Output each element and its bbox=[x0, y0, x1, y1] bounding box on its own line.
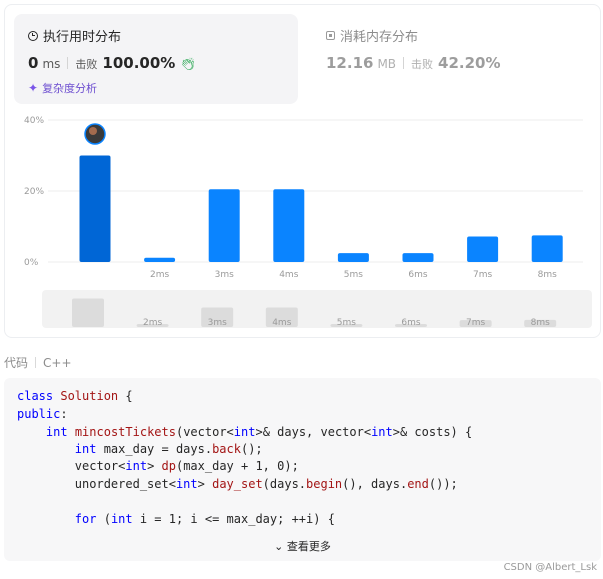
code-line: public: bbox=[17, 407, 68, 421]
minimap-bar bbox=[72, 298, 104, 327]
code-line: int max_day = days.back(); bbox=[74, 442, 263, 456]
x-tick-label: 7ms bbox=[473, 270, 492, 280]
minimap-label: 3ms bbox=[208, 318, 227, 328]
bar[interactable] bbox=[208, 189, 240, 262]
watermark: CSDN @Albert_Lsk bbox=[503, 562, 597, 573]
code-line: class Solution { bbox=[17, 389, 133, 403]
code-line: for (int i = 1; i <= max_day; ++i) { bbox=[74, 512, 335, 526]
minimap[interactable] bbox=[42, 290, 592, 328]
bar[interactable] bbox=[273, 189, 305, 262]
view-more-button[interactable]: ⌄ 查看更多 bbox=[4, 538, 601, 554]
y-tick-label: 40% bbox=[24, 116, 44, 126]
minimap-label: 6ms bbox=[401, 318, 420, 328]
view-more-label: 查看更多 bbox=[286, 540, 331, 553]
x-tick-label: 4ms bbox=[279, 270, 298, 280]
x-tick-label: 5ms bbox=[344, 270, 363, 280]
minimap-label: 7ms bbox=[466, 318, 485, 328]
chevron-down-icon: ⌄ bbox=[274, 540, 284, 553]
bar[interactable] bbox=[337, 253, 369, 262]
minimap-label: 2ms bbox=[143, 318, 162, 328]
divider bbox=[35, 357, 37, 368]
bar[interactable] bbox=[144, 257, 176, 262]
minimap-label: 5ms bbox=[337, 318, 356, 328]
code-language: C++ bbox=[43, 355, 72, 370]
code-label: 代码 bbox=[4, 356, 29, 370]
minimap-label: 4ms bbox=[272, 318, 291, 328]
y-tick-label: 0% bbox=[24, 258, 39, 268]
code-line: unordered_set<int> day_set(days.begin(),… bbox=[17, 477, 458, 491]
minimap-label: 8ms bbox=[531, 318, 550, 328]
y-tick-label: 20% bbox=[24, 187, 44, 197]
bar[interactable] bbox=[79, 155, 111, 263]
code-line: int mincostTickets(vector<int>& days, ve… bbox=[45, 425, 473, 439]
bar[interactable] bbox=[467, 236, 499, 262]
x-tick-label: 8ms bbox=[538, 270, 557, 280]
code-block[interactable]: class Solution { public: int mincostTick… bbox=[4, 378, 601, 561]
avatar-face bbox=[89, 127, 97, 135]
runtime-distribution-chart: 0% 20% 40% 2ms 3ms 4ms 5ms 6ms 7ms 8ms 2ms 3ms 4ms 5m… bbox=[24, 116, 592, 328]
code-header: 代码 C++ bbox=[4, 354, 72, 371]
x-tick-label: 6ms bbox=[408, 270, 427, 280]
bar[interactable] bbox=[531, 235, 563, 262]
x-tick-label: 3ms bbox=[215, 270, 234, 280]
x-tick-label: 2ms bbox=[150, 270, 169, 280]
code-line: vector<int> dp(max_day + 1, 0); bbox=[17, 459, 299, 473]
bar[interactable] bbox=[402, 253, 434, 262]
